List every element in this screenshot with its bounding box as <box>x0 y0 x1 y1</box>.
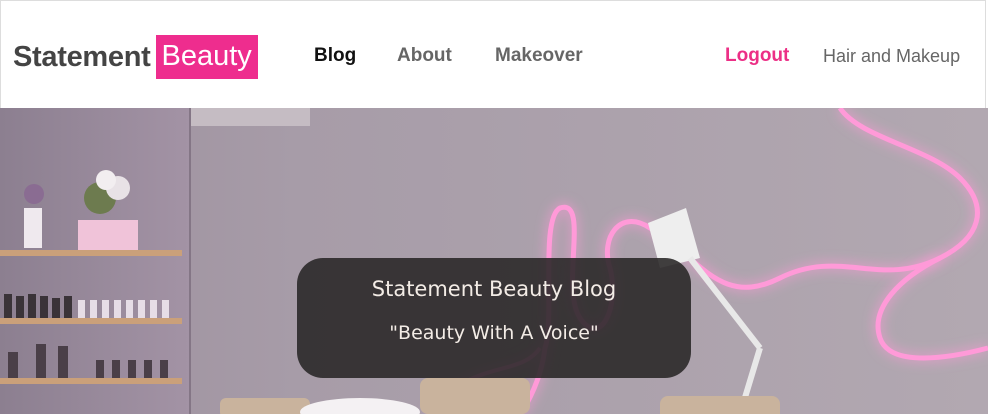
brand-name-main: Statement <box>13 40 151 73</box>
nav-link-logout[interactable]: Logout <box>725 45 789 67</box>
top-navbar: Statement Beauty Blog About Makeover Log… <box>0 0 986 108</box>
hero-tagline: "Beauty With A Voice" <box>389 322 599 344</box>
nav-link-makeover[interactable]: Makeover <box>495 45 583 67</box>
brand-name-accent: Beauty <box>155 35 258 79</box>
hero-banner: Statement Beauty Blog "Beauty With A Voi… <box>0 108 988 414</box>
nav-link-blog[interactable]: Blog <box>314 45 356 67</box>
nav-link-hair-and-makeup[interactable]: Hair and Makeup <box>823 46 960 67</box>
hero-title: Statement Beauty Blog <box>371 277 617 301</box>
brand-logo[interactable]: Statement Beauty <box>13 35 258 79</box>
hero-caption-box: Statement Beauty Blog "Beauty With A Voi… <box>297 258 691 378</box>
page: Statement Beauty Blog About Makeover Log… <box>0 0 988 414</box>
nav-link-about[interactable]: About <box>397 45 452 67</box>
